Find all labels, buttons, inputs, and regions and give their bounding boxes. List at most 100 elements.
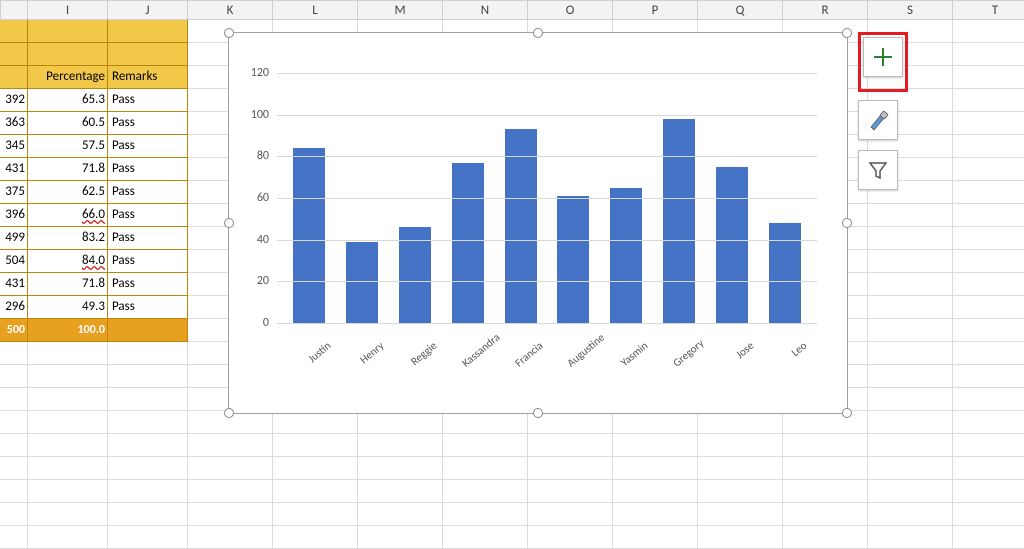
cell[interactable]	[273, 434, 358, 457]
cell[interactable]	[0, 434, 28, 457]
cell[interactable]	[698, 411, 783, 434]
cell[interactable]	[953, 158, 1024, 181]
cell[interactable]	[868, 273, 953, 296]
cell[interactable]	[698, 503, 783, 526]
cell[interactable]	[953, 342, 1024, 365]
embedded-chart[interactable]: 020406080100120 JustinHenryReggieKassand…	[228, 32, 848, 414]
cell[interactable]	[108, 434, 188, 457]
cell[interactable]: 57.5	[28, 135, 108, 158]
cell[interactable]: 396	[0, 204, 28, 227]
cell[interactable]	[953, 273, 1024, 296]
cell[interactable]	[28, 342, 108, 365]
cell[interactable]	[273, 503, 358, 526]
cell[interactable]	[868, 342, 953, 365]
cell[interactable]	[273, 411, 358, 434]
cell[interactable]	[953, 434, 1024, 457]
cell[interactable]	[0, 20, 28, 43]
bar-Augustine[interactable]	[557, 196, 589, 323]
cell[interactable]	[188, 503, 273, 526]
chart-style-button[interactable]	[858, 100, 898, 140]
cell[interactable]: 66.0	[28, 204, 108, 227]
cell[interactable]	[358, 480, 443, 503]
cell[interactable]	[443, 480, 528, 503]
resize-handle-bm[interactable]	[533, 408, 543, 418]
column-header-Q[interactable]: Q	[698, 0, 783, 20]
cell[interactable]: 62.5	[28, 181, 108, 204]
cell[interactable]	[953, 204, 1024, 227]
cell[interactable]	[868, 365, 953, 388]
cell[interactable]: 100.0	[28, 319, 108, 342]
cell[interactable]	[108, 319, 188, 342]
column-header-O[interactable]: O	[528, 0, 613, 20]
cell[interactable]: 60.5	[28, 112, 108, 135]
cell[interactable]	[188, 457, 273, 480]
chart-filter-button[interactable]	[858, 150, 898, 190]
cell[interactable]	[28, 43, 108, 66]
cell[interactable]: 296	[0, 296, 28, 319]
cell[interactable]	[28, 20, 108, 43]
cell[interactable]	[528, 480, 613, 503]
cell[interactable]	[28, 434, 108, 457]
cell[interactable]	[953, 457, 1024, 480]
cell[interactable]	[868, 388, 953, 411]
cell[interactable]: 71.8	[28, 158, 108, 181]
cell[interactable]	[613, 434, 698, 457]
cell[interactable]	[108, 411, 188, 434]
cell[interactable]	[613, 411, 698, 434]
resize-handle-br[interactable]	[842, 408, 852, 418]
cell[interactable]	[953, 112, 1024, 135]
cell[interactable]	[953, 296, 1024, 319]
cell[interactable]	[783, 434, 868, 457]
cell[interactable]: Pass	[108, 112, 188, 135]
cell[interactable]	[868, 204, 953, 227]
cell[interactable]	[953, 411, 1024, 434]
cell[interactable]	[698, 480, 783, 503]
cell[interactable]: 375	[0, 181, 28, 204]
cell[interactable]	[698, 457, 783, 480]
cell[interactable]: Pass	[108, 89, 188, 112]
cell[interactable]	[443, 411, 528, 434]
cell[interactable]: 71.8	[28, 273, 108, 296]
cell[interactable]: Pass	[108, 227, 188, 250]
cell[interactable]	[443, 503, 528, 526]
cell[interactable]	[28, 388, 108, 411]
cell[interactable]: 504	[0, 250, 28, 273]
bar-Reggie[interactable]	[399, 227, 431, 323]
cell[interactable]	[953, 66, 1024, 89]
cell[interactable]	[28, 503, 108, 526]
cell[interactable]	[443, 457, 528, 480]
resize-handle-tm[interactable]	[533, 28, 543, 38]
cell[interactable]	[528, 457, 613, 480]
cell[interactable]	[0, 457, 28, 480]
cell[interactable]	[953, 20, 1024, 43]
cell[interactable]	[188, 434, 273, 457]
cell[interactable]	[0, 480, 28, 503]
cell[interactable]	[28, 480, 108, 503]
cell[interactable]	[0, 43, 28, 66]
cell[interactable]	[0, 365, 28, 388]
cell[interactable]: Percentage	[28, 66, 108, 89]
cell[interactable]	[868, 227, 953, 250]
resize-handle-tl[interactable]	[224, 28, 234, 38]
cell[interactable]	[108, 20, 188, 43]
cell[interactable]: 83.2	[28, 227, 108, 250]
bar-Gregory[interactable]	[663, 119, 695, 323]
cell[interactable]: 84.0	[28, 250, 108, 273]
cell[interactable]	[108, 365, 188, 388]
cell[interactable]	[953, 503, 1024, 526]
cell[interactable]: Remarks	[108, 66, 188, 89]
column-header-T[interactable]: T	[953, 0, 1024, 20]
cell[interactable]	[0, 503, 28, 526]
cell[interactable]	[108, 388, 188, 411]
cell[interactable]	[108, 342, 188, 365]
cell[interactable]	[868, 503, 953, 526]
cell[interactable]	[0, 342, 28, 365]
cell[interactable]: Pass	[108, 181, 188, 204]
cell[interactable]	[868, 411, 953, 434]
cell[interactable]	[188, 480, 273, 503]
cell[interactable]	[273, 457, 358, 480]
cell[interactable]: 392	[0, 89, 28, 112]
cell[interactable]	[953, 89, 1024, 112]
column-header-J[interactable]: J	[108, 0, 188, 20]
column-header-L[interactable]: L	[273, 0, 358, 20]
